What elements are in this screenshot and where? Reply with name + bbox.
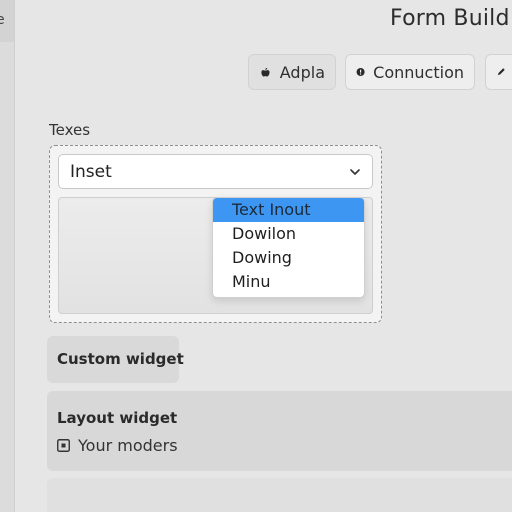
custom-widget-label: Custom widget — [57, 350, 184, 368]
edit-button[interactable] — [485, 54, 512, 90]
texes-label: Texes — [49, 121, 91, 139]
dropdown-option-dowilon[interactable]: Dowilon — [213, 222, 364, 246]
dropdown-option-text-inout[interactable]: Text Inout — [213, 198, 364, 222]
connuction-button-label: Connuction — [373, 62, 464, 82]
dropdown-option-dowing[interactable]: Dowing — [213, 246, 364, 270]
pencil-icon — [497, 68, 505, 76]
left-rail: e — [0, 0, 15, 512]
apple-icon — [261, 67, 270, 77]
form-builder-app: e Form Build Adpla Connuction Texes Inse… — [0, 0, 512, 512]
info-circle-icon — [356, 67, 365, 77]
layout-widget-card[interactable]: Layout widget Your moders — [47, 391, 512, 471]
adpla-button-label: Adpla — [279, 62, 325, 82]
select-value: Inset — [70, 161, 112, 182]
left-tab[interactable]: e — [0, 0, 14, 42]
custom-widget-card[interactable]: Custom widget — [47, 336, 184, 383]
page-title: Form Build — [390, 6, 510, 31]
dropdown-option-minu[interactable]: Minu — [213, 270, 364, 294]
field-type-select[interactable]: Inset — [58, 154, 373, 189]
left-tab-label: e — [0, 12, 5, 28]
bottom-panel — [47, 478, 512, 512]
connuction-button[interactable]: Connuction — [345, 54, 475, 90]
field-type-dropdown: Text Inout Dowilon Dowing Minu — [212, 197, 365, 298]
layout-widget-item[interactable]: Your moders — [57, 436, 178, 455]
square-dot-icon — [57, 439, 70, 452]
layout-widget-label: Layout widget — [57, 409, 178, 427]
layout-widget-item-text: Your moders — [78, 436, 178, 455]
adpla-button[interactable]: Adpla — [248, 54, 336, 90]
chevron-down-icon — [350, 169, 360, 175]
